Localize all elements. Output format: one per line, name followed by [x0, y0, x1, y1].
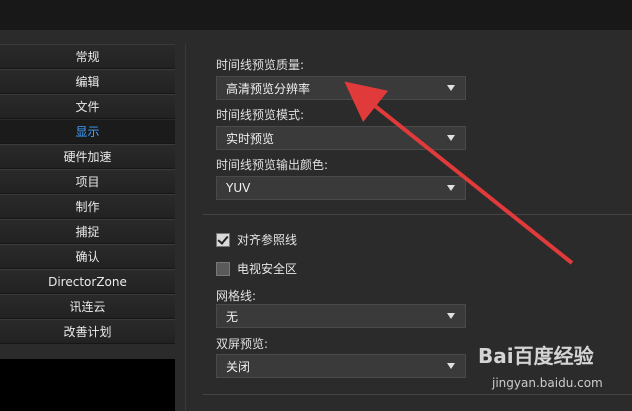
- dual-preview-value: 关闭: [226, 359, 251, 374]
- top-bar: [0, 0, 632, 30]
- output-color-dropdown[interactable]: YUV: [216, 176, 466, 200]
- preview-mode-dropdown[interactable]: 实时预览: [216, 126, 466, 150]
- sidebar-item-display[interactable]: 显示: [0, 119, 175, 143]
- align-guides-checkbox[interactable]: [216, 232, 230, 247]
- preview-area: [0, 359, 175, 411]
- align-guides-option[interactable]: 对齐参照线: [216, 231, 297, 248]
- chevron-down-icon: [447, 363, 455, 369]
- preview-quality-dropdown[interactable]: 高清预览分辨率: [216, 76, 466, 100]
- watermark-url: jingyan.baidu.com: [492, 376, 603, 390]
- chevron-down-icon: [447, 313, 455, 319]
- sidebar-item-general[interactable]: 常规: [0, 44, 175, 68]
- grid-lines-value: 无: [226, 309, 239, 324]
- grid-lines-label: 网格线:: [216, 289, 257, 303]
- dual-preview-label: 双屏预览:: [216, 337, 269, 351]
- section-divider: [203, 214, 632, 215]
- output-color-label: 时间线预览输出颜色:: [216, 158, 329, 172]
- sidebar-item-hardware-acceleration[interactable]: 硬件加速: [0, 144, 175, 168]
- preview-quality-label: 时间线预览质量:: [216, 58, 305, 72]
- grid-lines-dropdown[interactable]: 无: [216, 304, 466, 328]
- tv-safe-zone-label: 电视安全区: [237, 262, 298, 276]
- sidebar-item-edit[interactable]: 编辑: [0, 69, 175, 93]
- sidebar-item-cyberlink-cloud[interactable]: 讯连云: [0, 294, 175, 318]
- settings-sidebar: 常规 编辑 文件 显示 硬件加速 项目 制作 捕捉 确认 DirectorZon…: [0, 44, 175, 344]
- dual-preview-dropdown[interactable]: 关闭: [216, 354, 466, 378]
- sidebar-item-confirm[interactable]: 确认: [0, 244, 175, 268]
- check-icon: [217, 232, 229, 245]
- tv-safe-zone-checkbox[interactable]: [216, 261, 230, 276]
- sidebar-item-directorzone[interactable]: DirectorZone: [0, 269, 175, 293]
- chevron-down-icon: [447, 135, 455, 141]
- align-guides-label: 对齐参照线: [237, 233, 298, 247]
- sidebar-item-produce[interactable]: 制作: [0, 194, 175, 218]
- chevron-down-icon: [447, 85, 455, 91]
- preview-mode-value: 实时预览: [226, 131, 275, 146]
- preview-quality-value: 高清预览分辨率: [226, 81, 311, 96]
- sidebar-item-file[interactable]: 文件: [0, 94, 175, 118]
- panel-divider: [185, 44, 186, 411]
- baidu-logo: Bai百度经验: [478, 344, 594, 368]
- sidebar-item-capture[interactable]: 捕捉: [0, 219, 175, 243]
- sidebar-item-improvement-program[interactable]: 改善计划: [0, 319, 175, 343]
- chevron-down-icon: [447, 185, 455, 191]
- tv-safe-zone-option[interactable]: 电视安全区: [216, 260, 297, 277]
- baidu-watermark: Bai百度经验 jingyan.baidu.com: [478, 340, 628, 400]
- preview-mode-label: 时间线预览模式:: [216, 108, 305, 122]
- sidebar-item-project[interactable]: 项目: [0, 169, 175, 193]
- output-color-value: YUV: [226, 181, 251, 195]
